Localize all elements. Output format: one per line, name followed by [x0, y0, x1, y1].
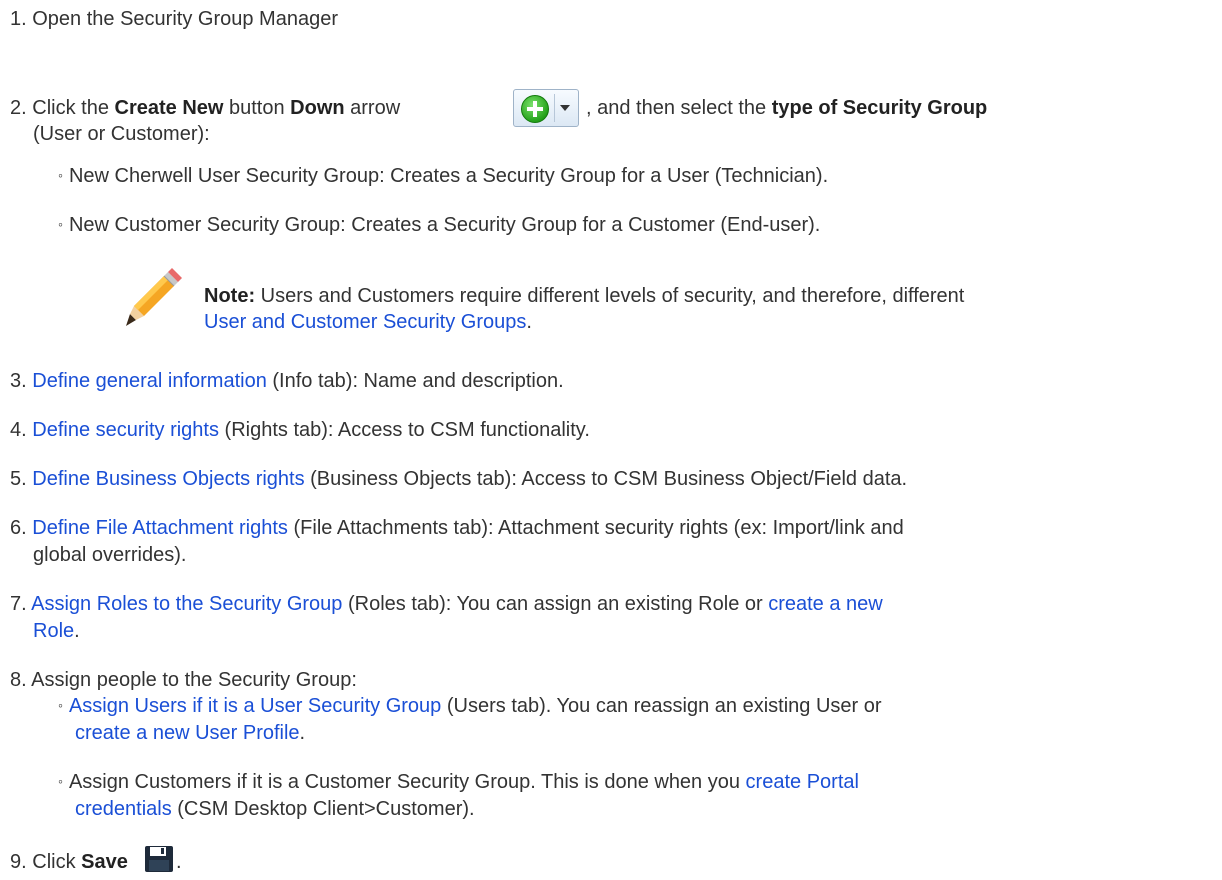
step-9-end: . [176, 848, 216, 876]
bullet-text: Assign Customers if it is a Customer Sec… [68, 771, 746, 793]
note-label: Note: [204, 285, 256, 307]
assign-users-link[interactable]: Assign Users if it is a User Security Gr… [69, 695, 441, 717]
step-text: (Roles tab): You can assign an existing … [342, 593, 769, 615]
bullet-text: New Cherwell User Security Group: Create… [68, 165, 829, 187]
create-new-role-link[interactable]: create a new [768, 593, 883, 615]
step-text: Open the Security Group Manager [32, 8, 338, 30]
note-line-2: User and Customer Security Groups. [204, 308, 1204, 336]
step-number: 5. [10, 468, 27, 490]
create-new-label: Create New [114, 97, 224, 119]
step-text-mid: button [223, 97, 291, 119]
user-customer-security-groups-link[interactable]: User and Customer Security Groups [204, 311, 526, 333]
create-new-plus-icon [521, 95, 549, 123]
bullet-text: New Customer Security Group: Creates a S… [68, 214, 821, 236]
pencil-icon [126, 268, 182, 326]
list-item: ◦ Assign Users if it is a User Security G… [58, 692, 882, 721]
create-user-profile-link[interactable]: create a new User Profile [75, 722, 300, 744]
bullet-end: . [299, 722, 306, 744]
step-number: 7. [10, 593, 27, 615]
bullet-text: (Users tab). You can reassign an existin… [441, 695, 882, 717]
create-portal-credentials-link[interactable]: credentials [75, 798, 172, 820]
define-general-information-link[interactable]: Define general information [32, 370, 267, 392]
list-item: ◦ Assign Customers if it is a Customer Se… [58, 768, 859, 797]
step-end: . [74, 620, 80, 642]
bullet-end: (CSM Desktop Client>Customer). [171, 798, 475, 820]
step-text: (Business Objects tab): Access to CSM Bu… [304, 468, 908, 490]
step-text-post: , and then select the [586, 97, 772, 119]
floppy-disk-save-icon [145, 846, 173, 872]
step-end: . [176, 851, 182, 873]
list-item: ◦ New Customer Security Group: Creates a … [58, 211, 820, 240]
note-text: Users and Customers require different le… [255, 285, 965, 307]
chevron-down-icon [560, 105, 570, 111]
save-label: Save [81, 851, 128, 873]
step-7: 7. Assign Roles to the Security Group (R… [10, 590, 1210, 618]
step-3: 3. Define general information (Info tab)… [10, 367, 1210, 395]
step-text: (Info tab): Name and description. [266, 370, 564, 392]
step-8: 8. Assign people to the Security Group: [10, 666, 1210, 694]
define-security-rights-link[interactable]: Define security rights [32, 419, 219, 441]
bullet-glyph: ◦ [58, 773, 63, 789]
step-6: 6. Define File Attachment rights (File A… [10, 514, 1210, 542]
step-number: 1. [10, 8, 27, 30]
step-text-pre: Click [32, 851, 82, 873]
button-divider [554, 94, 555, 122]
note: Note: Users and Customers require differ… [204, 282, 1204, 310]
step-text: (Rights tab): Access to CSM functionalit… [219, 419, 590, 441]
step-text: (File Attachments tab): Attachment secur… [287, 517, 904, 539]
assign-roles-link[interactable]: Assign Roles to the Security Group [31, 593, 342, 615]
step-text-pre: Click the [32, 97, 115, 119]
list-item-continued: create a new User Profile. [75, 719, 305, 747]
list-item: ◦ New Cherwell User Security Group: Creat… [58, 162, 828, 191]
step-4: 4. Define security rights (Rights tab): … [10, 416, 1210, 444]
create-new-role-link[interactable]: Role [33, 620, 74, 642]
bullet-glyph: ◦ [58, 216, 63, 232]
note-end: . [526, 311, 532, 333]
step-number: 4. [10, 419, 27, 441]
step-2-continued: , and then select the type of Security G… [586, 94, 1206, 122]
step-7-line-2: Role. [33, 617, 80, 645]
step-number: 9. [10, 851, 27, 873]
step-number: 8. [10, 669, 27, 691]
step-6-line-2: global overrides). [33, 544, 187, 566]
step-5: 5. Define Business Objects rights (Busin… [10, 465, 1210, 493]
step-1: 1. Open the Security Group Manager [10, 5, 1210, 33]
define-file-attachment-rights-link[interactable]: Define File Attachment rights [32, 517, 288, 539]
step-number: 3. [10, 370, 27, 392]
step-number: 2. [10, 97, 27, 119]
step-2-line-2: (User or Customer): [33, 123, 210, 145]
bullet-glyph: ◦ [58, 167, 63, 183]
step-text: Assign people to the Security Group: [31, 669, 357, 691]
define-business-objects-rights-link[interactable]: Define Business Objects rights [32, 468, 304, 490]
bullet-glyph: ◦ [58, 697, 63, 713]
create-new-button-icon [513, 89, 579, 127]
security-group-type-label: type of Security Group [771, 97, 988, 119]
step-text-mid: arrow [344, 97, 401, 119]
step-number: 6. [10, 517, 27, 539]
list-item-continued: credentials (CSM Desktop Client>Customer… [75, 795, 475, 823]
create-portal-credentials-link[interactable]: create Portal [746, 771, 859, 793]
down-label: Down [290, 97, 345, 119]
